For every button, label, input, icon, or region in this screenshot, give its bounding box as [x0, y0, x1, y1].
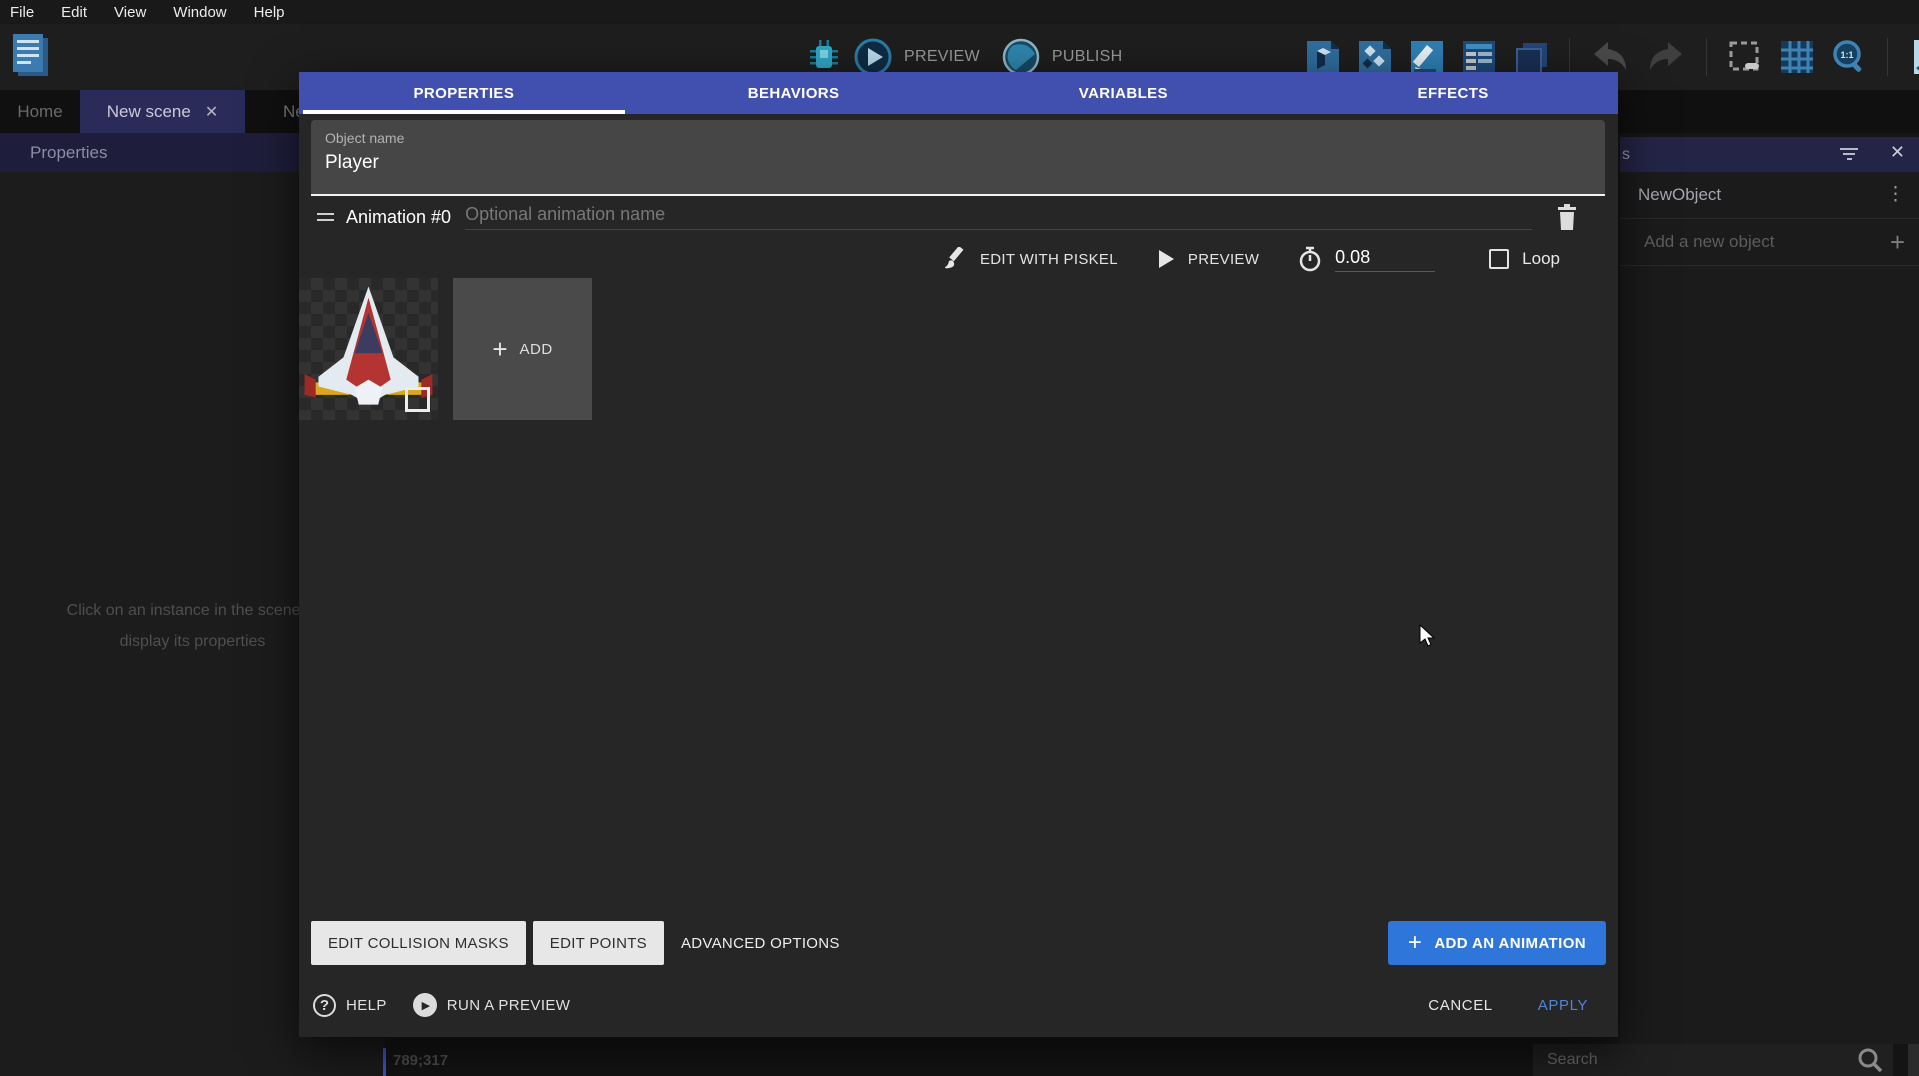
objects-panel: s ✕ NewObject ⋮ Add a new object +: [1620, 137, 1919, 1044]
plus-icon: +: [492, 339, 507, 359]
events-list-icon[interactable]: [1461, 39, 1497, 75]
object-name-label: NewObject: [1638, 185, 1721, 205]
status-bar-edge: [1908, 1044, 1919, 1076]
menu-view[interactable]: View: [114, 4, 146, 21]
object-editor-dialog: PROPERTIES BEHAVIORS VARIABLES EFFECTS O…: [299, 72, 1618, 1037]
objects-panel-title-fragment: s: [1622, 146, 1630, 164]
undo-icon[interactable]: [1590, 40, 1630, 74]
add-new-object-row[interactable]: Add a new object +: [1620, 219, 1919, 266]
object-name-field[interactable]: Object name Player: [311, 120, 1605, 196]
publish-globe-icon[interactable]: [1002, 38, 1040, 76]
zoom-1-1-icon[interactable]: 1:1: [1831, 39, 1867, 75]
tab-effects[interactable]: EFFECTS: [1288, 72, 1618, 114]
new-object-icon[interactable]: [1305, 39, 1341, 75]
dialog-footer: ? HELP ▶ RUN A PREVIEW CANCEL APPLY: [313, 980, 1588, 1030]
delete-animation-icon[interactable]: [1556, 204, 1578, 230]
add-new-object-label: Add a new object: [1644, 232, 1774, 252]
drag-handle-icon[interactable]: [317, 209, 334, 225]
brush-icon: [943, 247, 967, 271]
tab-new-scene[interactable]: New scene ✕: [80, 90, 245, 133]
object-list-item[interactable]: NewObject ⋮: [1620, 172, 1919, 219]
filter-icon[interactable]: [1839, 145, 1859, 163]
mouse-cursor: [1419, 624, 1436, 653]
cancel-button[interactable]: CANCEL: [1428, 997, 1492, 1014]
grid-icon[interactable]: [1779, 39, 1815, 75]
settings-wrench-icon[interactable]: [1908, 38, 1919, 76]
properties-panel-title: Properties: [30, 143, 107, 163]
search-icon[interactable]: [1857, 1047, 1883, 1073]
redo-icon[interactable]: [1646, 40, 1686, 74]
toolbar-separator: [1706, 38, 1707, 76]
help-button[interactable]: HELP: [346, 997, 387, 1014]
tab-variables[interactable]: VARIABLES: [959, 72, 1289, 114]
tab-home-label: Home: [17, 102, 62, 122]
edit-points-button[interactable]: EDIT POINTS: [533, 921, 664, 965]
menu-file[interactable]: File: [10, 4, 34, 21]
preview-play-icon[interactable]: [854, 38, 892, 76]
object-name-label: Object name: [325, 130, 1591, 146]
add-frame-label: ADD: [520, 341, 553, 358]
status-bar: 789;317 Search: [385, 1044, 1919, 1076]
add-an-animation-button[interactable]: + ADD AN ANIMATION: [1388, 921, 1606, 965]
menu-edit[interactable]: Edit: [61, 4, 87, 21]
project-manager-icon[interactable]: [10, 32, 52, 80]
apply-button[interactable]: APPLY: [1538, 997, 1588, 1014]
menu-help[interactable]: Help: [254, 4, 285, 21]
edit-with-piskel-button[interactable]: EDIT WITH PISKEL: [980, 251, 1118, 268]
deselect-icon[interactable]: [1727, 39, 1763, 75]
plus-icon[interactable]: +: [1890, 227, 1905, 258]
app-window: File Edit View Window Help: [0, 0, 1919, 1076]
publish-label[interactable]: PUBLISH: [1052, 48, 1123, 66]
animation-frame-thumbnail[interactable]: [299, 278, 438, 420]
tab-new-scene-label: New scene: [107, 102, 191, 122]
toolbar-center-group: PREVIEW PUBLISH: [806, 38, 1122, 76]
add-frame-button[interactable]: + ADD: [453, 278, 592, 420]
toolbar-right-group: 1:1: [1305, 38, 1919, 76]
edit-scene-icon[interactable]: [1409, 39, 1445, 75]
menu-bar: File Edit View Window Help: [0, 0, 1919, 24]
animation-controls-row: EDIT WITH PISKEL PREVIEW 0.08 Loop: [943, 240, 1560, 278]
kebab-menu-icon[interactable]: ⋮: [1886, 191, 1905, 199]
svg-text:1:1: 1:1: [1840, 50, 1853, 60]
close-panel-icon[interactable]: ✕: [1890, 142, 1905, 163]
time-between-frames-input[interactable]: 0.08: [1335, 247, 1435, 272]
edit-collision-masks-button[interactable]: EDIT COLLISION MASKS: [311, 921, 526, 965]
tab-close-icon[interactable]: ✕: [205, 102, 218, 122]
objects-panel-header: s ✕: [1620, 137, 1919, 172]
plus-icon: +: [1408, 933, 1422, 953]
animation-frames-row: + ADD: [299, 278, 592, 420]
dialog-tab-bar: PROPERTIES BEHAVIORS VARIABLES EFFECTS: [299, 72, 1618, 114]
help-icon[interactable]: ?: [313, 994, 336, 1017]
dialog-actions-row: EDIT COLLISION MASKS EDIT POINTS ADVANCE…: [311, 920, 1606, 966]
run-a-preview-button[interactable]: RUN A PREVIEW: [447, 997, 571, 1014]
animation-header-row: Animation #0 Optional animation name: [317, 200, 1578, 234]
loop-label: Loop: [1522, 249, 1560, 269]
search-box[interactable]: Search: [1533, 1044, 1893, 1076]
frame-select-checkbox[interactable]: [405, 387, 430, 412]
preview-animation-button[interactable]: PREVIEW: [1188, 251, 1259, 268]
object-name-value[interactable]: Player: [325, 152, 1591, 174]
status-accent-bar: [383, 1048, 386, 1076]
toolbar-separator: [1887, 38, 1888, 76]
animation-name-input[interactable]: Optional animation name: [465, 204, 1532, 230]
add-an-animation-label: ADD AN ANIMATION: [1434, 935, 1586, 952]
layers-icon[interactable]: [1513, 39, 1549, 75]
search-placeholder: Search: [1547, 1051, 1857, 1069]
cursor-coordinates: 789;317: [393, 1052, 448, 1069]
advanced-options-button[interactable]: ADVANCED OPTIONS: [681, 935, 840, 952]
tab-properties[interactable]: PROPERTIES: [299, 72, 629, 114]
animation-title: Animation #0: [346, 207, 451, 228]
toolbar-separator: [1569, 38, 1570, 76]
run-preview-icon[interactable]: ▶: [413, 993, 437, 1017]
tab-behaviors[interactable]: BEHAVIORS: [629, 72, 959, 114]
play-icon: [1157, 249, 1175, 269]
loop-checkbox[interactable]: [1489, 249, 1509, 269]
preview-label[interactable]: PREVIEW: [904, 48, 980, 66]
tab-home[interactable]: Home: [0, 90, 80, 133]
instances-icon[interactable]: [1357, 39, 1393, 75]
menu-window[interactable]: Window: [173, 4, 226, 21]
debug-icon[interactable]: [806, 38, 842, 76]
timer-icon: [1298, 246, 1322, 272]
